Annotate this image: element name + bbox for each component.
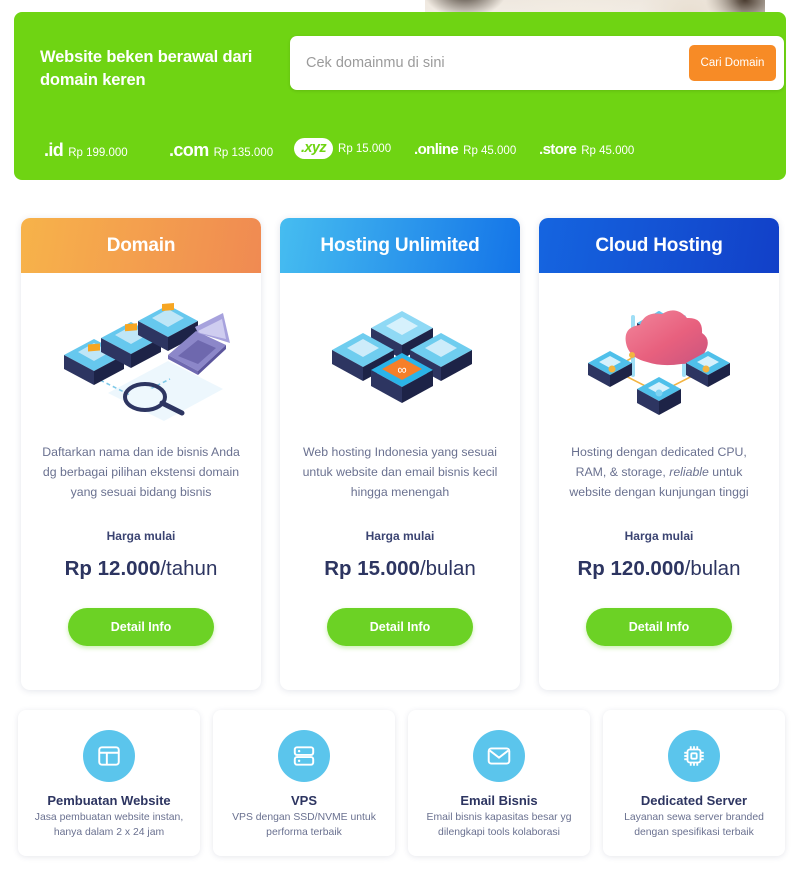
price-value: Rp 12.000/tahun (21, 557, 261, 581)
detail-info-button[interactable]: Detail Info (68, 607, 214, 646)
price-amount: Rp 120.000 (577, 556, 685, 580)
tld-item-xyz[interactable]: .xyz Rp 15.000 (294, 138, 391, 159)
price-period: /bulan (419, 556, 476, 580)
domain-search-hero: Website beken berawal dari domain keren … (14, 12, 786, 180)
feature-subtitle: Email bisnis kapasitas besar yg dilengka… (426, 812, 572, 838)
hero-top-row: Website beken berawal dari domain keren … (40, 36, 784, 94)
feature-title: VPS (290, 793, 317, 808)
feature-card-pembuatan-website[interactable]: Pembuatan Website Jasa pembuatan website… (18, 710, 200, 856)
description-emphasis: reliable (669, 464, 709, 479)
tld-price: Rp 135.000 (213, 147, 274, 159)
feature-title: Email Bisnis (460, 793, 538, 808)
feature-card-vps[interactable]: VPS VPS dengan SSD/NVME untuk performa t… (213, 710, 395, 856)
pricing-card-hosting-unlimited[interactable]: Hosting Unlimited ∞ Web hosting Indonesi… (280, 218, 520, 690)
card-header: Cloud Hosting (539, 218, 779, 273)
pricing-card-cloud-hosting[interactable]: Cloud Hosting Hosting dengan dedicated C… (539, 218, 779, 690)
pricing-cards: Domain Daftarkan nama dan ide bisnis And… (14, 218, 786, 692)
feature-subtitle: Layanan sewa server branded dengan spesi… (624, 812, 764, 838)
price-value: Rp 15.000/bulan (280, 557, 520, 581)
pricing-card-domain[interactable]: Domain Daftarkan nama dan ide bisnis And… (21, 218, 261, 690)
tld-price: Rp 45.000 (463, 145, 517, 157)
card-description: Daftarkan nama dan ide bisnis Anda dg be… (42, 445, 240, 499)
detail-info-button[interactable]: Detail Info (586, 607, 732, 646)
price-value: Rp 120.000/bulan (539, 557, 779, 581)
tld-name: .id (44, 140, 64, 160)
feature-subtitle: Jasa pembuatan website instan, hanya dal… (34, 812, 184, 838)
four-server-blocks-infinity-illustration: ∞ (280, 285, 520, 437)
price-label: Harga mulai (106, 528, 176, 543)
tld-name: .xyz (294, 138, 334, 159)
tld-name: .store (539, 141, 577, 158)
feature-card-email-bisnis[interactable]: Email Bisnis Email bisnis kapasitas besa… (408, 710, 590, 856)
server-icon (278, 730, 330, 782)
tld-price-row: .id Rp 199.000 .com Rp 135.000 .xyz Rp 1… (44, 136, 774, 170)
search-submit-button[interactable]: Cari Domain (689, 45, 776, 81)
cpu-chip-icon (668, 730, 720, 782)
card-header: Domain (21, 218, 261, 273)
tld-name: .com (169, 140, 209, 160)
price-period: /bulan (684, 556, 741, 580)
card-title: Hosting Unlimited (320, 234, 480, 256)
card-title: Cloud Hosting (595, 234, 723, 256)
detail-info-button[interactable]: Detail Info (327, 607, 473, 646)
search-input[interactable] (306, 36, 686, 90)
tld-price: Rp 45.000 (581, 145, 635, 157)
feature-card-dedicated-server[interactable]: Dedicated Server Layanan sewa server bra… (603, 710, 785, 856)
price-label: Harga mulai (624, 528, 694, 543)
layout-icon (83, 730, 135, 782)
card-description: Hosting dengan dedicated CPU, RAM, & sto… (557, 443, 761, 503)
envelope-icon (473, 730, 525, 782)
cloud-network-nodes-illustration (539, 285, 779, 437)
tld-price: Rp 15.000 (338, 143, 392, 155)
feature-title: Pembuatan Website (47, 793, 171, 808)
tld-price: Rp 199.000 (68, 147, 128, 159)
price-amount: Rp 12.000 (64, 556, 161, 580)
tld-name: .online (414, 141, 459, 158)
feature-subtitle: VPS dengan SSD/NVME untuk performa terba… (232, 812, 376, 838)
card-description: Web hosting Indonesia yang sesuai untuk … (302, 445, 498, 499)
tld-item-com[interactable]: .com Rp 135.000 (169, 140, 273, 161)
price-label: Harga mulai (365, 528, 435, 543)
svg-text:∞: ∞ (397, 362, 406, 377)
domain-search-box: Cari Domain (290, 36, 784, 90)
card-header: Hosting Unlimited (280, 218, 520, 273)
tld-item-store[interactable]: .store Rp 45.000 (539, 141, 634, 158)
feature-title: Dedicated Server (640, 793, 748, 808)
card-title: Domain (106, 234, 176, 256)
tld-item-online[interactable]: .online Rp 45.000 (414, 141, 516, 158)
tld-item-id[interactable]: .id Rp 199.000 (44, 140, 128, 161)
price-amount: Rp 15.000 (324, 556, 420, 580)
price-period: /tahun (160, 556, 218, 580)
hero-title: Website beken berawal dari domain keren (40, 48, 253, 90)
feature-cards: Pembuatan Website Jasa pembuatan website… (14, 710, 786, 860)
servers-laptop-magnifier-illustration (21, 285, 261, 437)
